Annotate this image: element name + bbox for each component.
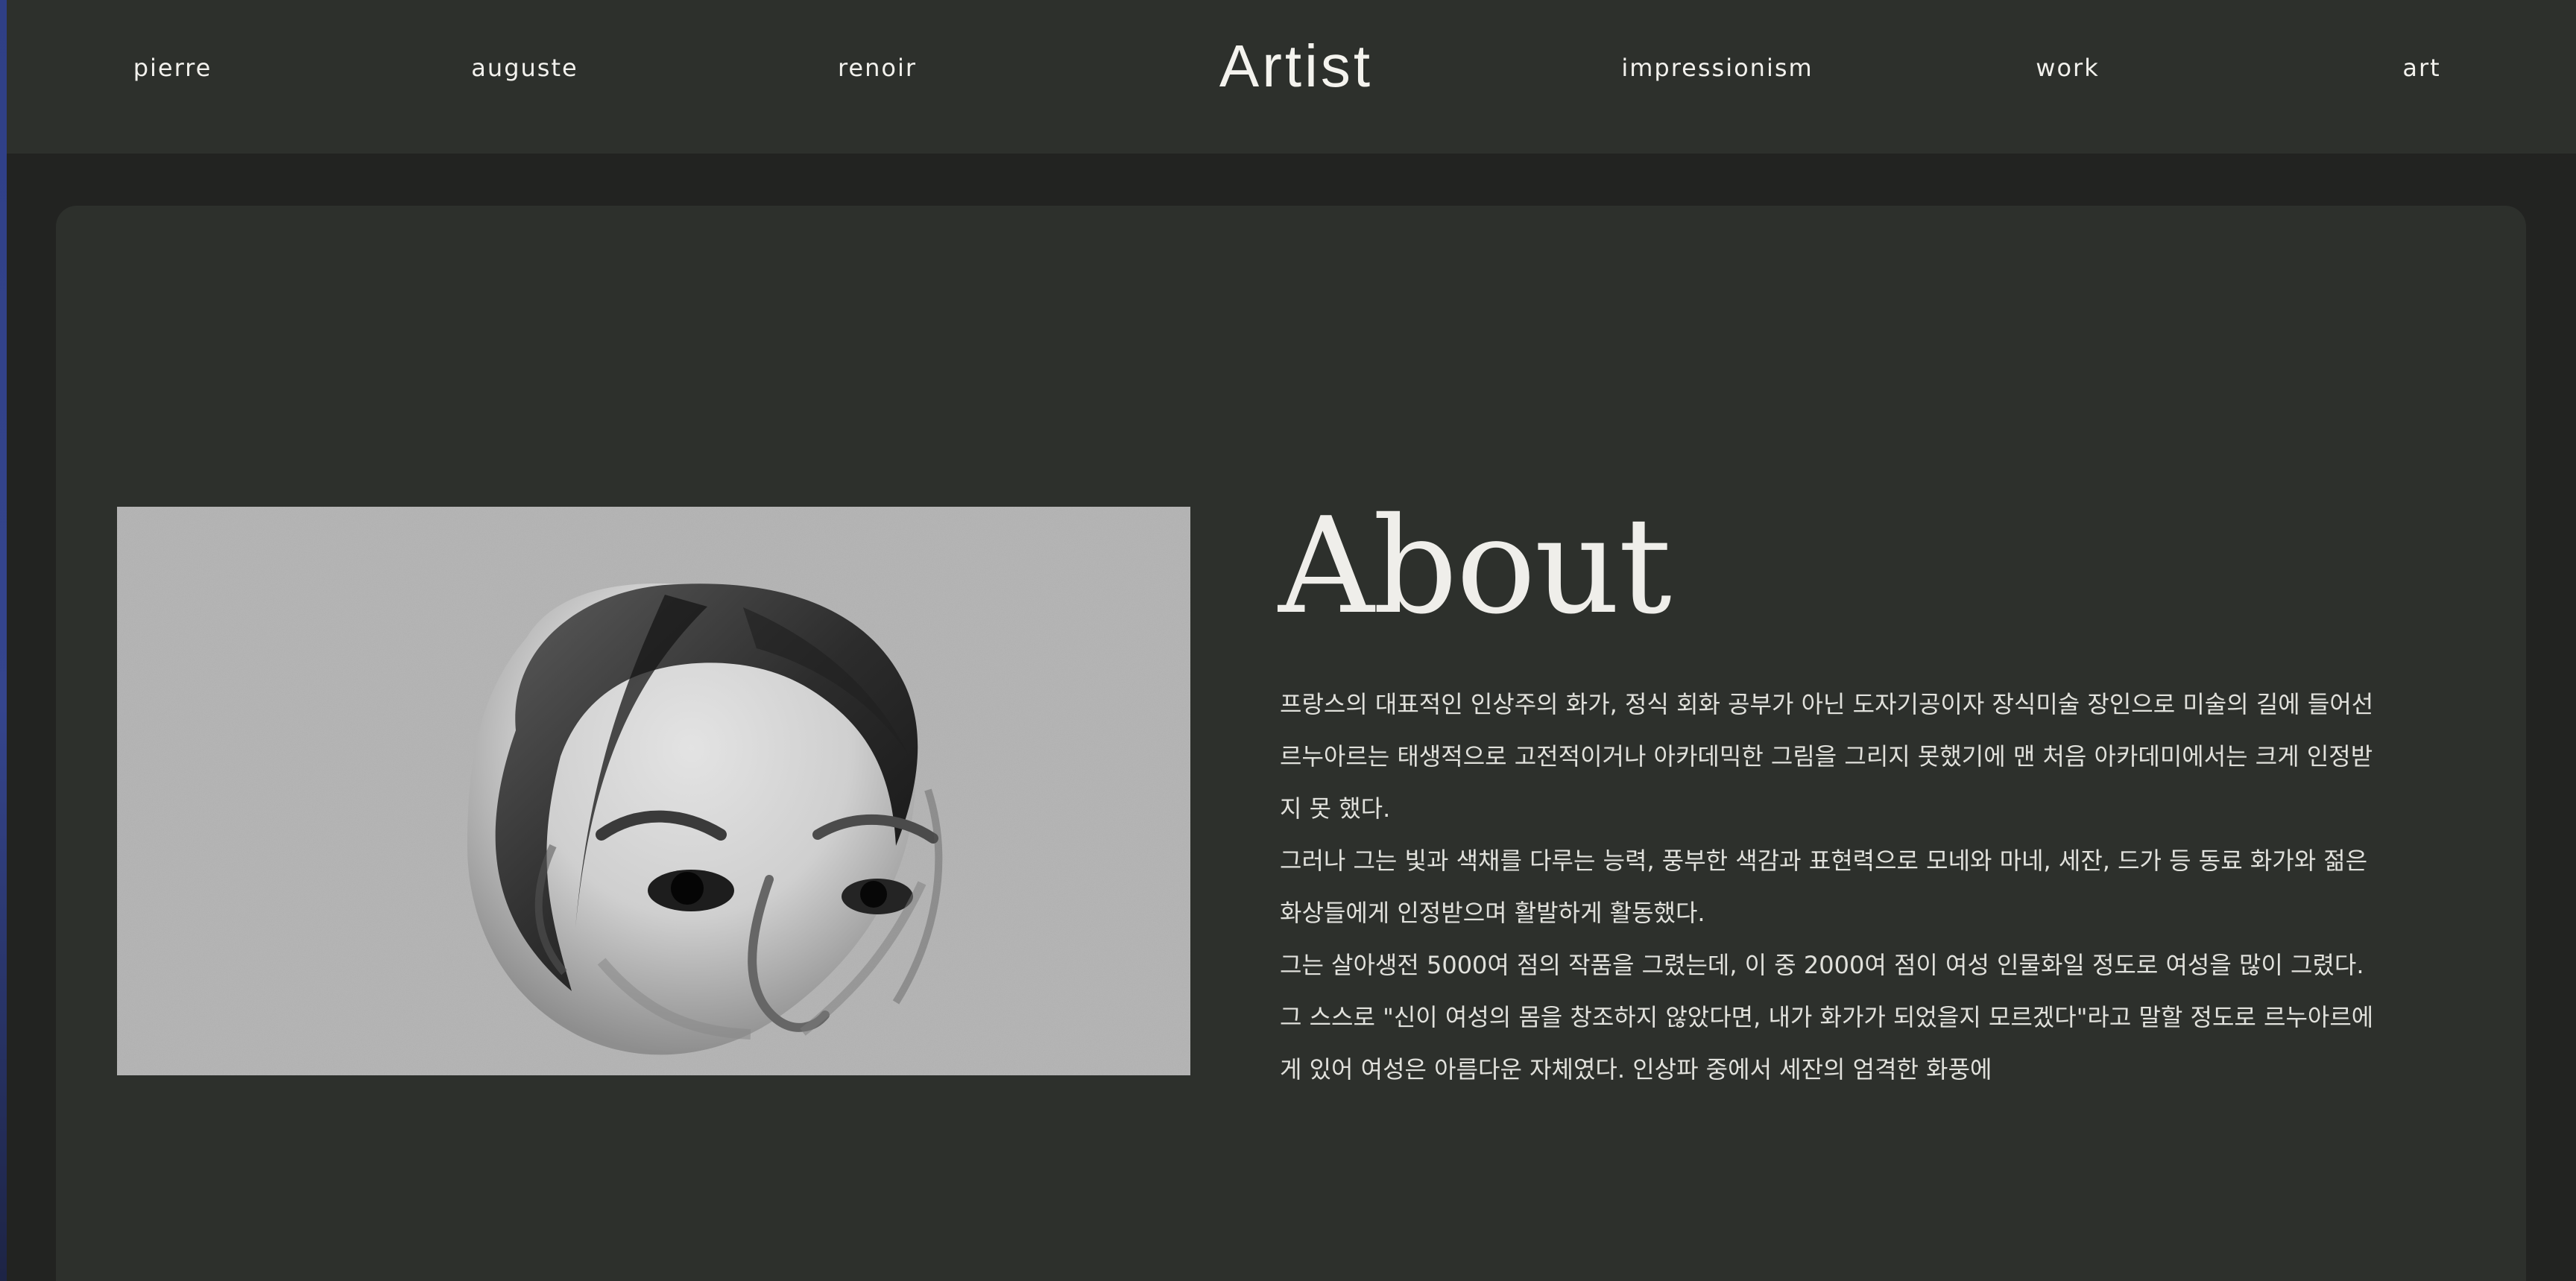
about-description: 프랑스의 대표적인 인상주의 화가, 정식 회화 공부가 아닌 도자기공이자 장… (1280, 678, 2387, 1095)
nav-link-pierre[interactable]: pierre (111, 49, 234, 86)
nav-link-art[interactable]: art (2381, 49, 2463, 86)
window-left-edge (0, 0, 7, 1281)
nav-link-auguste[interactable]: auguste (454, 49, 596, 86)
about-paragraph-1: 프랑스의 대표적인 인상주의 화가, 정식 회화 공부가 아닌 도자기공이자 장… (1280, 690, 2374, 823)
nav-link-work[interactable]: work (2012, 49, 2124, 86)
nav-link-renoir[interactable]: renoir (818, 49, 937, 86)
about-paragraph-3: 그는 살아생전 5000여 점의 작품을 그렸는데, 이 중 2000여 점이 … (1280, 951, 2374, 1084)
artist-page: pierre auguste renoir Artist impressioni… (0, 0, 2576, 1281)
artist-portrait (117, 507, 1190, 1075)
portrait-illustration (117, 507, 1190, 1075)
site-logo[interactable]: Artist (1184, 25, 1408, 107)
nav-link-impressionism[interactable]: impressionism (1617, 49, 1818, 86)
top-navigation-bar: pierre auguste renoir Artist impressioni… (7, 0, 2576, 154)
about-heading: About (1278, 489, 1672, 643)
about-paragraph-2: 그러나 그는 빛과 색채를 다루는 능력, 풍부한 색감과 표현력으로 모네와 … (1280, 847, 2368, 927)
